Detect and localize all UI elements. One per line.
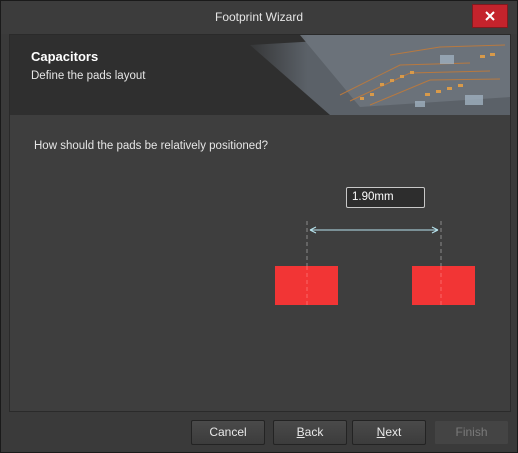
finish-label: Finish: [455, 425, 488, 439]
pad-spacing-input[interactable]: 1.90mm: [346, 187, 425, 208]
finish-button[interactable]: Finish: [434, 420, 509, 445]
back-mnemonic: B: [296, 425, 305, 439]
wizard-page: Capacitors Define the pads layout How sh…: [9, 34, 511, 412]
back-label-rest: ack: [304, 425, 324, 439]
cancel-label: Cancel: [209, 425, 247, 439]
title-bar: Footprint Wizard: [1, 1, 517, 34]
left-pad: [275, 266, 338, 305]
next-label-rest: ext: [385, 425, 402, 439]
close-button[interactable]: [472, 4, 508, 28]
back-button[interactable]: Back: [273, 420, 347, 445]
next-button[interactable]: Next: [352, 420, 426, 445]
right-pad: [412, 266, 475, 305]
pad-layout-diagram: [275, 221, 475, 305]
footprint-wizard-window: Footprint Wizard Capacitors Define the p…: [0, 0, 518, 453]
cancel-button[interactable]: Cancel: [191, 420, 265, 445]
close-icon: [485, 11, 495, 21]
window-title: Footprint Wizard: [214, 10, 304, 24]
